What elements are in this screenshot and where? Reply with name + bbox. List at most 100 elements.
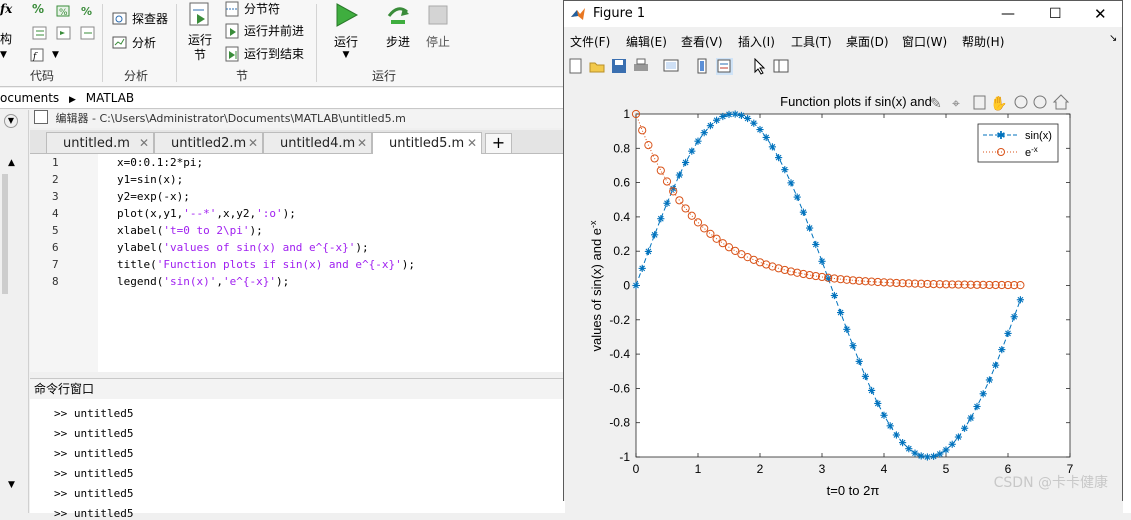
data-point-star [861,372,869,380]
run-section-button[interactable]: 运行 节 [180,2,220,63]
menu-help[interactable]: 帮助(H) [962,33,1004,50]
data-point-star [936,450,944,458]
menu-edit[interactable]: 编辑(E) [626,33,667,50]
maximize-button[interactable]: ☐ [1049,1,1062,27]
comment-icon[interactable]: % [56,4,72,18]
menu-tools[interactable]: 工具(T) [791,33,832,50]
command-window[interactable]: >> untitled5 >> untitled5 >> untitled5 >> u… [30,399,565,520]
close-icon[interactable]: ✕ [357,133,367,154]
stop-button[interactable]: 停止 [418,2,458,50]
line-number-gutter: 1 2 3 4 5 6 7 8 [30,154,99,372]
command-history-line: >> untitled5 [54,467,134,480]
editor-titlebar: 编辑器 - C:\Users\Administrator\Documents\M… [30,110,565,128]
command-history-line: >> untitled5 [54,507,134,520]
y-tick-label: -0.4 [609,347,630,361]
section-break-label: 分节符 [244,2,281,16]
y-tick-label: -1 [619,450,630,464]
pointer-icon[interactable] [751,58,768,75]
save-icon[interactable] [611,58,628,75]
tab-label: untitled4.m [280,136,356,151]
print-icon[interactable] [633,58,650,75]
data-point-star [632,281,640,290]
code-token: y1=sin(x); [117,173,184,186]
step-label: 步进 [385,35,410,49]
pan-hand-icon[interactable]: ✋ [990,95,1007,112]
datatip-icon[interactable]: ⌖ [952,96,960,112]
menu-desktop[interactable]: 桌面(D) [846,33,889,50]
brush-icon[interactable]: ✎ [930,96,942,112]
legend[interactable]: ✱ sin(x) e-x [977,123,1059,163]
colorbar-icon[interactable] [694,58,711,75]
run-button[interactable]: 运行 ▼ [326,2,366,60]
menu-view[interactable]: 查看(V) [681,33,723,50]
refactor-button[interactable]: 构 [0,30,12,47]
legend-label-sin: sin(x) [1025,130,1052,142]
breadcrumb-segment[interactable]: MATLAB [86,91,134,105]
svg-text:%: % [59,8,68,18]
address-bar[interactable]: ocuments ▶ MATLAB [0,88,565,109]
data-point-star [663,199,671,207]
wrap-icon[interactable]: % [80,4,96,18]
tab-untitled[interactable]: untitled.m ✕ [46,132,154,153]
profiler-label: 探查器 [132,12,169,26]
legend-icon[interactable] [716,58,733,75]
editor-icon [34,110,48,124]
tab-untitled4[interactable]: untitled4.m ✕ [263,132,372,153]
tab-untitled5[interactable]: untitled5.m ✕ [372,132,482,154]
data-point-star [942,446,950,454]
scroll-down-icon[interactable]: ▼ [8,480,15,490]
percent-button[interactable]: % [32,2,44,16]
open-folder-icon[interactable] [589,58,606,75]
collapse-icon[interactable]: ▼ [4,114,18,128]
profiler-icon [112,12,127,24]
code-editor[interactable]: x=0:0.1:2*pi; y1=sin(x); y2=exp(-x); plot(x… [98,154,565,372]
indent-icon[interactable] [32,26,48,40]
menu-file[interactable]: 文件(F) [570,33,610,50]
run-to-end-icon [225,46,239,61]
run-and-advance-button[interactable]: 运行并前进 [224,22,304,39]
run-to-end-label: 运行到结束 [244,47,305,61]
fx-button[interactable]: fx [0,2,12,16]
dock-icon[interactable]: ↘ [1109,33,1117,44]
menu-insert[interactable]: 插入(I) [738,33,775,50]
scroll-up-icon[interactable]: ▲ [8,158,15,168]
analyze-button[interactable]: 分析 [112,34,156,51]
menu-window[interactable]: 窗口(W) [902,33,947,50]
outdent-icon[interactable] [56,26,72,40]
dropdown-arrow-icon: ▼ [342,50,350,60]
command-window-title: 命令行窗口 [34,382,95,396]
function-browser-button[interactable]: f ▼ [30,48,59,62]
watermark: CSDN @卡卡健康 [993,475,1108,491]
minimize-button[interactable]: — [1001,1,1015,27]
run-to-end-button[interactable]: 运行到结束 [224,45,304,62]
scrollbar-thumb[interactable] [2,174,8,294]
step-button[interactable]: 步进 [378,2,418,50]
close-button[interactable]: ✕ [1094,1,1107,27]
close-icon[interactable]: ✕ [467,133,477,154]
y-axis-label-superscript: -x [588,220,598,228]
new-tab-button[interactable]: + [485,133,512,154]
editor-title: 编辑器 - C:\Users\Administrator\Documents\M… [55,112,406,125]
y-tick-label: 0.8 [613,141,630,155]
data-point-star [837,308,845,317]
fx-icon: fx [0,2,13,16]
breadcrumb-segment[interactable]: ocuments [0,91,59,105]
code-line: legend('sin(x)','e^{-x}'); [117,275,289,288]
profiler-button[interactable]: 探查器 [112,10,168,27]
new-figure-icon[interactable] [567,58,584,75]
close-icon[interactable]: ✕ [139,133,149,154]
x-tick-label: 4 [881,462,888,476]
smart-indent-icon[interactable] [80,26,96,40]
line-number: 6 [52,241,59,254]
link-plot-icon[interactable] [663,58,680,75]
code-line: ylabel('values of sin(x) and e^{-x}'); [117,241,369,254]
code-line: y1=sin(x); [117,173,183,186]
close-icon[interactable]: ✕ [248,133,258,154]
property-editor-icon[interactable] [773,58,790,75]
group-label-analyze: 分析 [124,69,149,83]
data-point-star [880,411,888,419]
tab-untitled2[interactable]: untitled2.m ✕ [154,132,263,153]
percent-icon: % [32,2,45,16]
section-break-button[interactable]: 分节符 [224,0,280,17]
x-tick-label: 5 [943,462,950,476]
